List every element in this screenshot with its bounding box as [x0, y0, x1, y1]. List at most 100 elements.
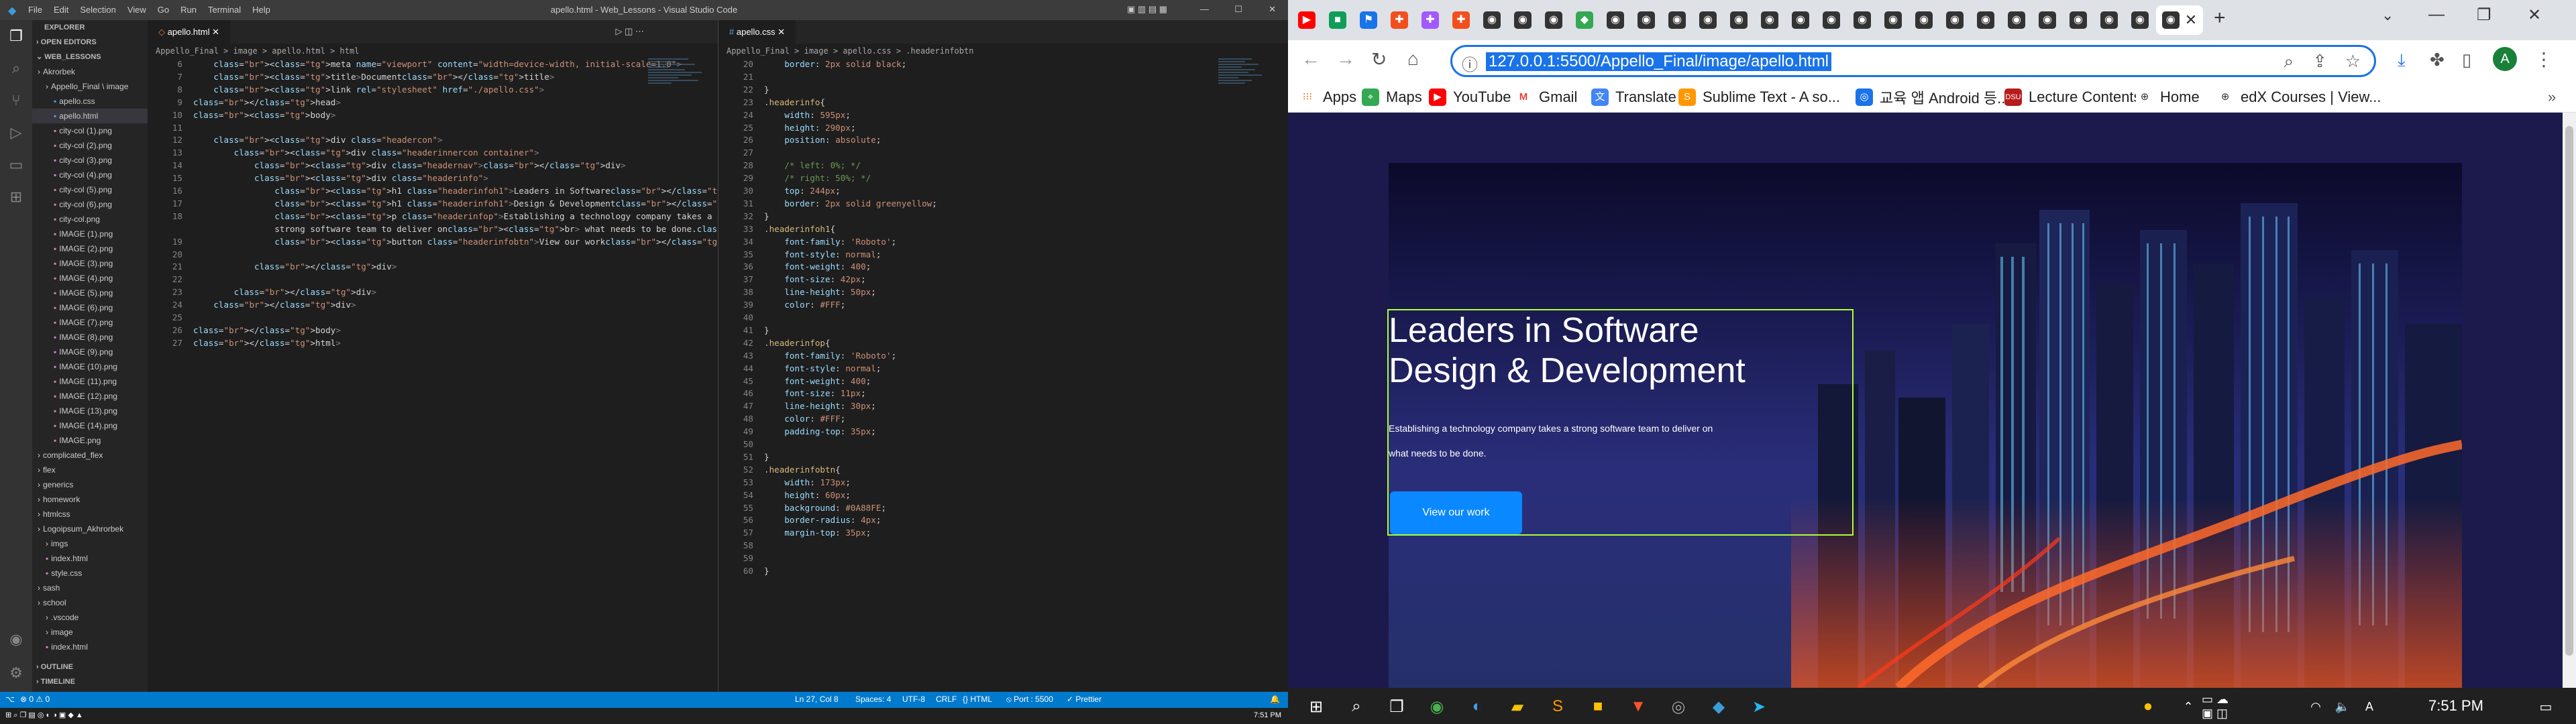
taskbar-sublime-icon[interactable]: S — [1544, 693, 1571, 720]
weather-icon[interactable]: ● — [2135, 693, 2161, 720]
code-line[interactable]: border: 2px solid greenyellow; — [764, 198, 937, 210]
code-line[interactable]: height: 290px; — [764, 122, 855, 135]
folder-item[interactable]: › image — [32, 625, 148, 640]
extensions-puzzle-icon[interactable]: ✤ — [2430, 50, 2445, 70]
scrollbar-thumb[interactable] — [2565, 126, 2573, 656]
problems-status[interactable]: ⊗ 0 ⚠ 0 — [20, 695, 50, 704]
site-info-icon[interactable]: ⓘ — [1462, 52, 1478, 75]
code-line[interactable]: line-height: 50px; — [764, 286, 876, 299]
indentation-status[interactable]: Spaces: 4 — [855, 695, 891, 704]
close-icon[interactable]: ✕ — [1269, 4, 1276, 15]
tab-figma-3[interactable]: ✚ — [1446, 5, 1476, 35]
code-line[interactable]: class="br"><class="tg">link rel="stylesh… — [193, 84, 544, 97]
home-icon[interactable]: ⌂ — [1407, 48, 1419, 70]
tab-github-2[interactable]: ◉ — [1508, 5, 1538, 35]
cursor-position[interactable]: Ln 27, Col 8 — [795, 695, 839, 704]
eol-status[interactable]: CRLF — [936, 695, 957, 704]
html-code-editor[interactable]: 6 class="br"><class="tg">meta name="view… — [148, 58, 718, 692]
tab-github-3[interactable]: ◉ — [1539, 5, 1568, 35]
tab-active-apello[interactable]: ◉ ✕ — [2156, 5, 2203, 35]
code-line[interactable]: font-size: 42px; — [764, 274, 865, 286]
file-item[interactable]: ▪ IMAGE (1).png — [32, 227, 148, 241]
code-line[interactable]: class="br"><class="tg">p class="headerin… — [193, 210, 712, 223]
share-icon[interactable]: ⇪ — [2312, 51, 2327, 72]
bookmark-apps[interactable]: ⁝⁝⁝ Apps — [1299, 87, 1356, 107]
new-tab-icon[interactable]: + — [2214, 7, 2226, 29]
taskbar-explorer-icon[interactable]: ▰ — [1504, 693, 1531, 720]
code-line[interactable]: width: 173px; — [764, 477, 851, 489]
bookmark-korean-app[interactable]: ◎ 교육 앱 Android 등... — [1856, 87, 2009, 107]
code-line[interactable]: font-style: normal; — [764, 363, 881, 375]
code-line[interactable]: class="br"><class="tg">div class="header… — [193, 172, 488, 185]
tab-github-14[interactable]: ◉ — [1909, 5, 1939, 35]
file-item[interactable]: ▪ city-col (2).png — [32, 138, 148, 153]
code-line[interactable]: class="br"><class="tg">div class="header… — [193, 134, 442, 147]
outline-section[interactable]: › OUTLINE — [36, 660, 73, 674]
view-our-work-button[interactable]: View our work — [1390, 491, 1522, 534]
tab-figma-1[interactable]: ✚ — [1385, 5, 1414, 35]
file-item[interactable]: ▪ IMAGE (9).png — [32, 345, 148, 359]
css-code-editor[interactable]: 20 border: 2px solid black; 21 22} 23 .heade… — [718, 58, 1288, 692]
code-line[interactable]: .headerinfoh1{ — [764, 223, 835, 236]
code-line[interactable]: class="br"></class="tg">div> — [193, 261, 396, 274]
page-scrollbar[interactable] — [2563, 113, 2576, 688]
url-text[interactable]: 127.0.0.1:5500/Appello_Final/image/apell… — [1486, 52, 1832, 71]
forward-icon[interactable]: → — [1336, 48, 1355, 70]
folder-item[interactable]: › homework — [32, 492, 148, 507]
code-line[interactable]: font-weight: 400; — [764, 375, 871, 388]
code-line[interactable]: color: #FFF; — [764, 299, 845, 312]
code-line[interactable]: class="br"><class="tg">body> — [193, 109, 335, 122]
file-item[interactable]: ▪ city-col (4).png — [32, 168, 148, 182]
file-item[interactable]: ▪ apello.css — [32, 94, 148, 109]
code-line[interactable]: class="br"><class="tg">title>Documentcla… — [193, 71, 554, 84]
file-item[interactable]: ▪ IMAGE (12).png — [32, 389, 148, 404]
tab-github-7[interactable]: ◉ — [1693, 5, 1723, 35]
tab-github-4[interactable]: ◉ — [1601, 5, 1630, 35]
taskbar-edge-icon[interactable]: ◐ — [1464, 693, 1491, 720]
code-line[interactable]: class="br"></class="tg">div> — [193, 299, 356, 312]
folder-item[interactable]: › Logoipsum_Akhrorbek — [32, 522, 148, 536]
file-item[interactable]: ▪ style.css — [32, 566, 148, 581]
tab-github-6[interactable]: ◉ — [1662, 5, 1692, 35]
start-icon[interactable]: ⊞ ⌕ ❐ ▤ ◎ ◐ ◑ ▣ ◆ ▲ — [5, 711, 83, 720]
tab-github-15[interactable]: ◉ — [1940, 5, 1970, 35]
tab-figma-2[interactable]: ✚ — [1415, 5, 1445, 35]
code-line[interactable]: class="br"><class="tg">meta name="viewpo… — [193, 58, 682, 71]
code-line[interactable]: font-weight: 400; — [764, 261, 871, 274]
live-server-status[interactable]: ⦸ Port : 5500 — [1006, 695, 1053, 705]
code-line[interactable]: top: 244px; — [764, 185, 840, 198]
tab-github-5[interactable]: ◉ — [1631, 5, 1661, 35]
tab-apello-html[interactable]: ◇ apello.html ✕ — [148, 20, 231, 44]
file-item[interactable]: ▪ index.html — [32, 640, 148, 654]
folder-item[interactable]: › .vscode — [32, 610, 148, 625]
tab-github-1[interactable]: ◉ — [1477, 5, 1507, 35]
code-line[interactable]: class="br"></class="tg">html> — [193, 337, 341, 350]
code-line[interactable]: font-family: 'Roboto'; — [764, 236, 896, 249]
taskbar-brave-icon[interactable]: ▼ — [1625, 693, 1652, 720]
bookmark-sublime[interactable]: S Sublime Text - A so... — [1678, 87, 1840, 107]
settings-gear-icon[interactable]: ⚙ — [0, 657, 32, 689]
folder-item[interactable]: › school — [32, 595, 148, 610]
remote-status-icon[interactable]: ⌥ — [5, 695, 15, 704]
code-line[interactable]: position: absolute; — [764, 134, 881, 147]
bookmark-maps[interactable]: ⌖ Maps — [1362, 87, 1422, 107]
file-item[interactable]: ▪ IMAGE (8).png — [32, 330, 148, 345]
code-line[interactable]: padding-top: 35px; — [764, 426, 876, 438]
taskbar-telegram-icon[interactable]: ➤ — [1746, 693, 1772, 720]
code-line[interactable]: } — [764, 324, 769, 337]
side-panel-icon[interactable]: ▯ — [2462, 50, 2471, 70]
bookmarks-overflow-icon[interactable]: » — [2548, 88, 2556, 106]
chrome-minimize-icon[interactable]: — — [2428, 5, 2445, 24]
notification-center-icon[interactable]: ▭ — [2532, 693, 2559, 720]
code-line[interactable]: class="br"><class="tg">h1 class="headeri… — [193, 198, 718, 210]
folder-item[interactable]: › sash — [32, 581, 148, 595]
tab-youtube[interactable]: ▶ — [1292, 5, 1322, 35]
folder-item[interactable]: › generics — [32, 477, 148, 492]
profile-avatar[interactable]: A — [2493, 47, 2517, 71]
right-minimap[interactable] — [1218, 58, 1279, 132]
download-icon[interactable]: ⤓ — [2398, 50, 2406, 71]
file-item[interactable]: ▪ city-col.png — [32, 212, 148, 227]
tab-bookmark[interactable]: ⚑ — [1354, 5, 1383, 35]
file-item[interactable]: ▪ city-col (5).png — [32, 182, 148, 197]
file-item[interactable]: ▪ IMAGE (14).png — [32, 418, 148, 433]
